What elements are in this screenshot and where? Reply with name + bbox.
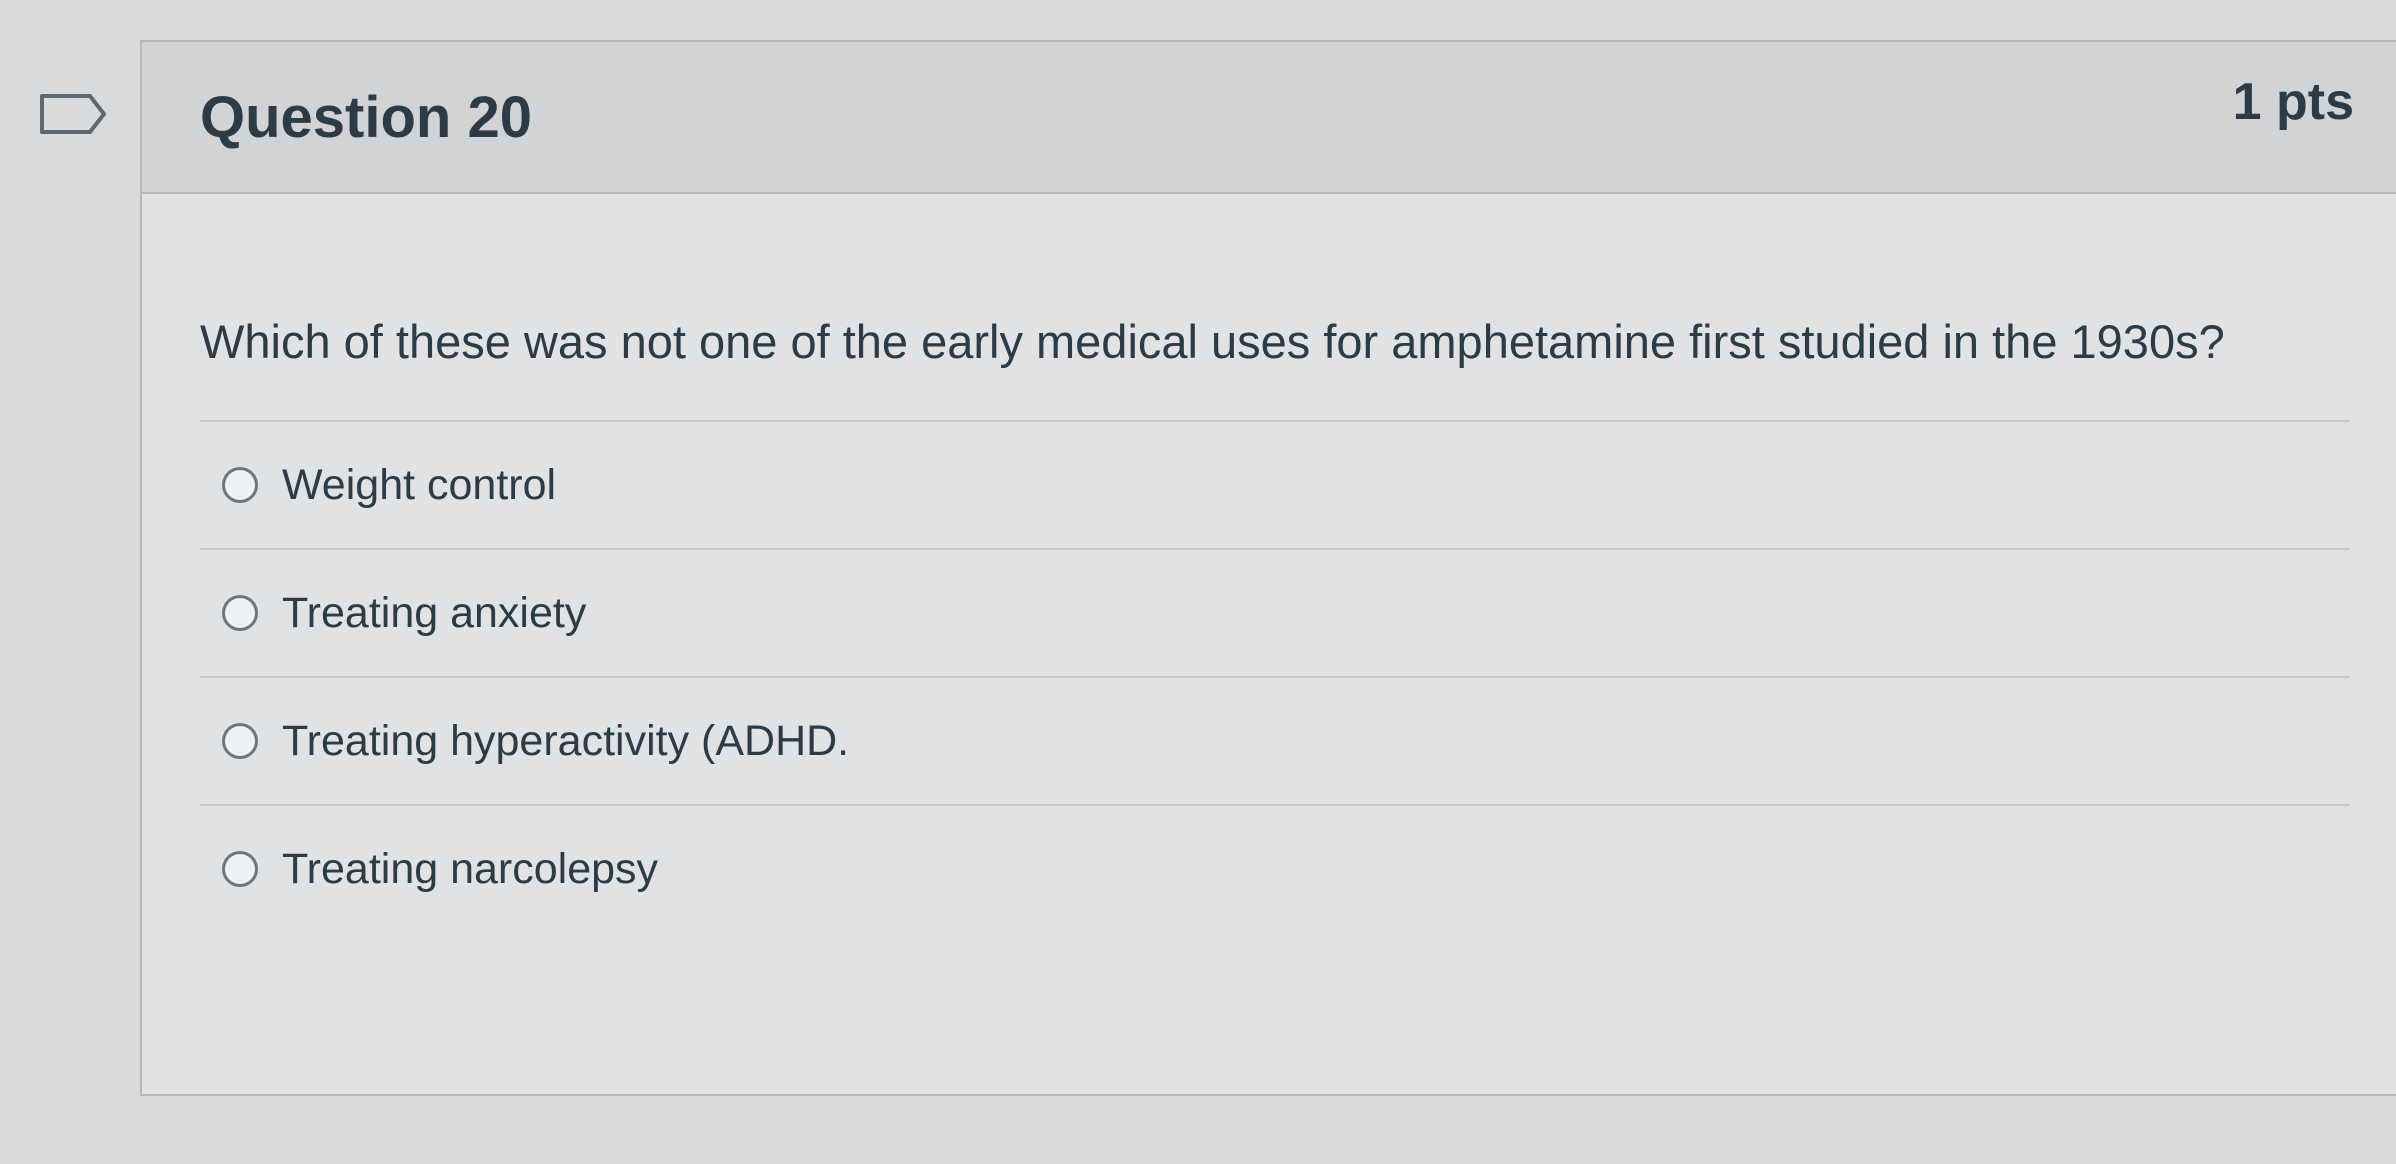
radio-button-icon[interactable] bbox=[222, 595, 258, 631]
answer-option-treating-anxiety[interactable]: Treating anxiety bbox=[200, 550, 2350, 678]
question-card: Question 20 1 pts Which of these was not… bbox=[140, 40, 2396, 1096]
answer-label[interactable]: Treating narcolepsy bbox=[282, 845, 658, 894]
question-header: Question 20 1 pts bbox=[142, 42, 2396, 194]
answer-option-treating-hyperactivity[interactable]: Treating hyperactivity (ADHD. bbox=[200, 678, 2350, 806]
answer-list: Weight control Treating anxiety Treating… bbox=[200, 420, 2350, 932]
radio-button-icon[interactable] bbox=[222, 851, 258, 887]
question-text: Which of these was not one of the early … bbox=[200, 315, 2225, 368]
answer-option-treating-narcolepsy[interactable]: Treating narcolepsy bbox=[200, 806, 2350, 932]
question-body: Which of these was not one of the early … bbox=[142, 194, 2396, 932]
radio-button-icon[interactable] bbox=[222, 723, 258, 759]
flag-outline-icon[interactable] bbox=[38, 92, 110, 136]
answer-label[interactable]: Treating hyperactivity (ADHD. bbox=[282, 717, 849, 766]
question-points: 1 pts bbox=[2232, 73, 2354, 131]
answer-option-weight-control[interactable]: Weight control bbox=[200, 422, 2350, 550]
answer-label[interactable]: Weight control bbox=[282, 461, 556, 510]
answer-label[interactable]: Treating anxiety bbox=[282, 589, 586, 638]
radio-button-icon[interactable] bbox=[222, 467, 258, 503]
question-title: Question 20 bbox=[200, 85, 532, 150]
